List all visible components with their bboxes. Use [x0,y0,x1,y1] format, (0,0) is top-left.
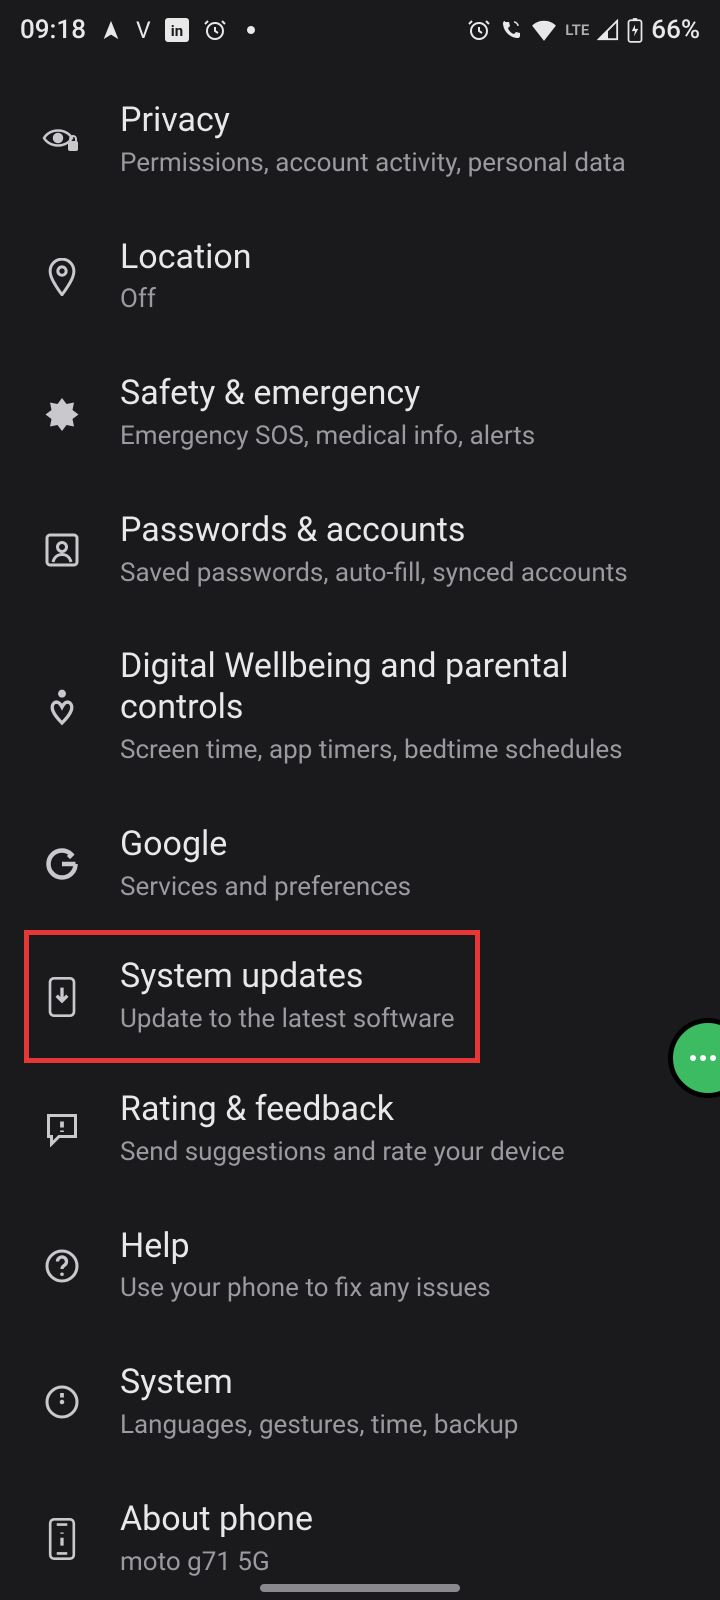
setting-title: Passwords & accounts [120,510,694,551]
v-icon: V [136,17,151,44]
svg-text:in: in [170,22,182,40]
system-updates-icon [40,975,84,1019]
setting-rating[interactable]: Rating & feedback Send suggestions and r… [0,1061,720,1198]
setting-subtitle: Services and preferences [120,871,694,905]
about-icon [40,1517,84,1561]
setting-title: System updates [120,956,694,997]
status-bar: 09:18 V in LTE 66% [0,0,720,56]
send-icon [100,19,122,41]
privacy-icon [40,118,84,162]
setting-subtitle: moto g71 5G [120,1546,694,1580]
setting-subtitle: Permissions, account activity, personal … [120,147,694,181]
setting-title: Safety & emergency [120,373,694,414]
setting-title: System [120,1362,694,1403]
wifi-icon [531,19,557,41]
wellbeing-icon [40,685,84,729]
more-dots-icon [690,1055,716,1061]
setting-system-updates[interactable]: System updates Update to the latest soft… [0,932,720,1061]
safety-icon [40,391,84,435]
setting-title: About phone [120,1499,694,1540]
battery-icon [627,17,643,43]
setting-subtitle: Send suggestions and rate your device [120,1136,694,1170]
setting-title: Privacy [120,100,694,141]
status-right: LTE 66% [467,15,700,45]
setting-safety[interactable]: Safety & emergency Emergency SOS, medica… [0,345,720,482]
status-time: 09:18 [20,15,86,45]
setting-subtitle: Saved passwords, auto-fill, synced accou… [120,557,694,591]
setting-title: Google [120,824,694,865]
signal-icon [597,19,619,41]
alarm-icon [203,18,227,42]
google-icon [40,842,84,886]
settings-list: Privacy Permissions, account activity, p… [0,56,720,1597]
setting-title: Rating & feedback [120,1089,694,1130]
setting-help[interactable]: Help Use your phone to fix any issues [0,1198,720,1335]
battery-percent: 66% [651,15,700,45]
setting-subtitle: Off [120,283,694,317]
system-icon [40,1380,84,1424]
setting-title: Help [120,1226,694,1267]
setting-title: Location [120,237,694,278]
linkedin-icon: in [165,18,189,42]
setting-system[interactable]: System Languages, gestures, time, backup [0,1334,720,1471]
setting-title: Digital Wellbeing and parental controls [120,646,694,728]
passwords-icon [40,528,84,572]
setting-privacy[interactable]: Privacy Permissions, account activity, p… [0,72,720,209]
rating-icon [40,1107,84,1151]
more-dot-icon [247,26,255,34]
location-icon [40,255,84,299]
setting-subtitle: Languages, gestures, time, backup [120,1409,694,1443]
lte-indicator: LTE [565,21,589,39]
setting-google[interactable]: Google Services and preferences [0,796,720,933]
setting-subtitle: Use your phone to fix any issues [120,1272,694,1306]
status-left: 09:18 V in [20,15,255,45]
navigation-handle[interactable] [260,1584,460,1592]
setting-about[interactable]: About phone moto g71 5G [0,1471,720,1598]
setting-subtitle: Screen time, app timers, bedtime schedul… [120,734,694,768]
help-icon [40,1244,84,1288]
alarm-status-icon [467,18,491,42]
setting-subtitle: Update to the latest software [120,1003,694,1037]
setting-wellbeing[interactable]: Digital Wellbeing and parental controls … [0,618,720,795]
wifi-calling-icon [499,18,523,42]
setting-subtitle: Emergency SOS, medical info, alerts [120,420,694,454]
setting-location[interactable]: Location Off [0,209,720,346]
setting-passwords[interactable]: Passwords & accounts Saved passwords, au… [0,482,720,619]
